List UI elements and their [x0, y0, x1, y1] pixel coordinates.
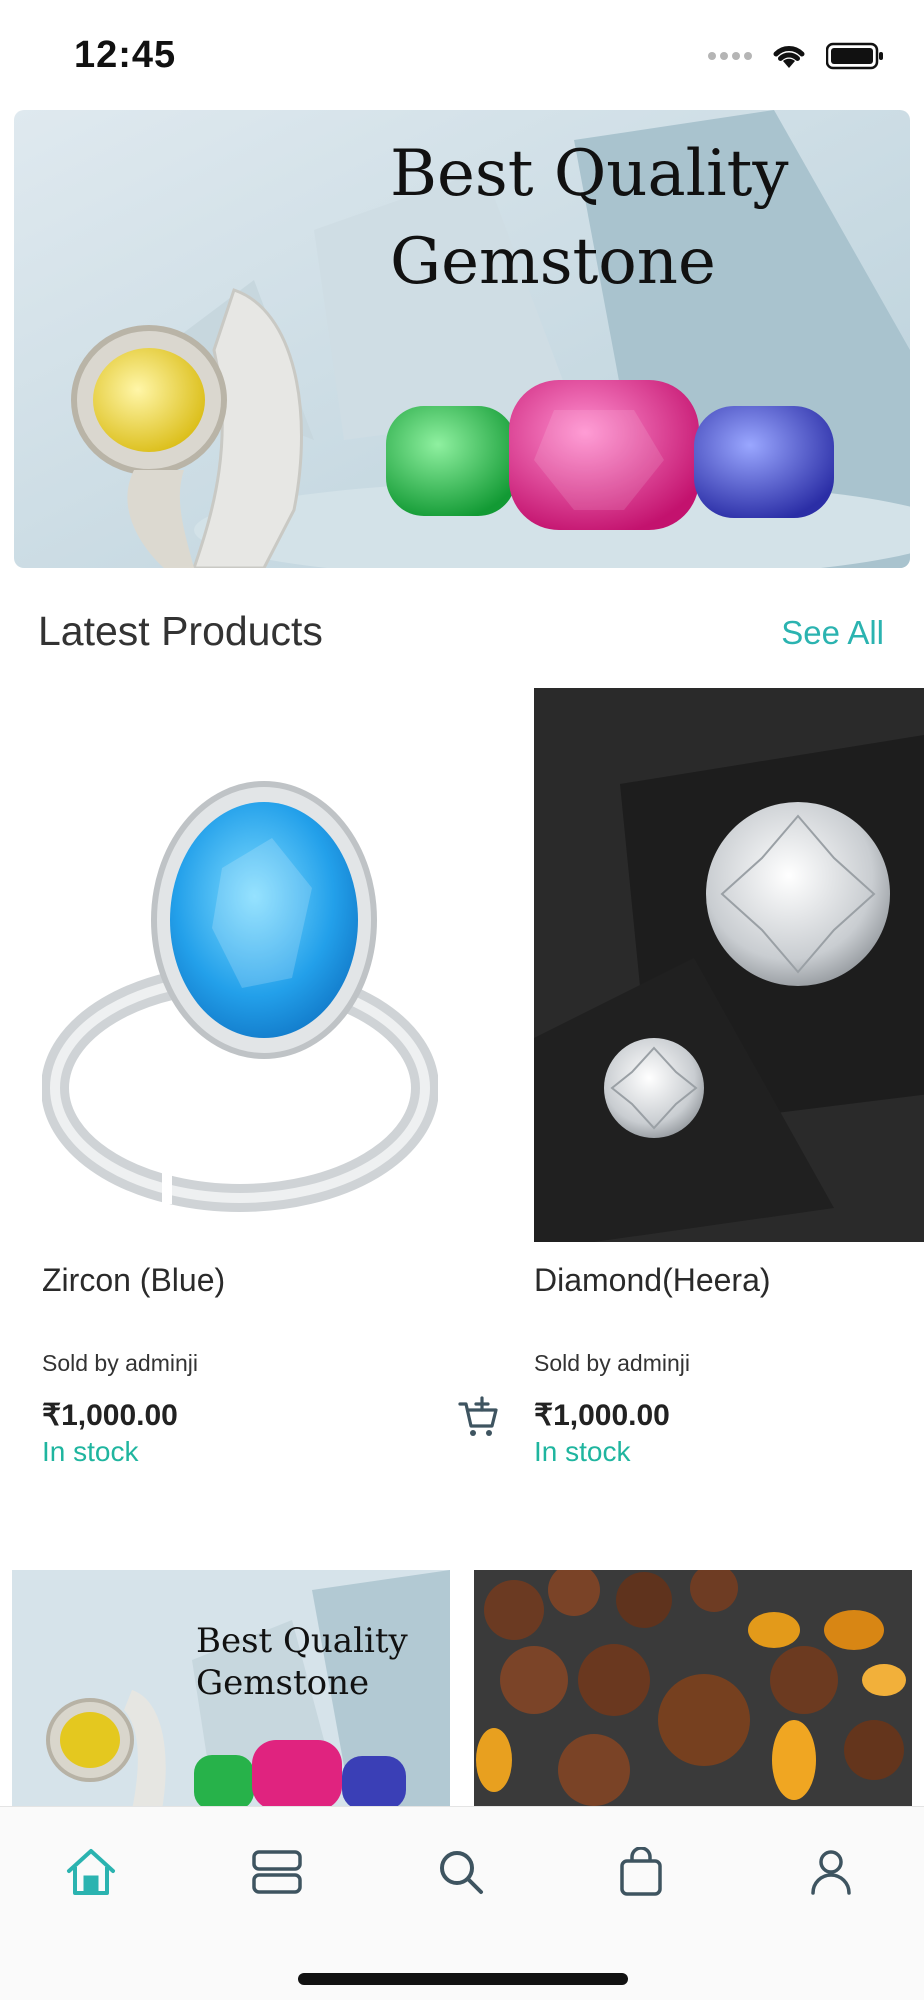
nav-search[interactable] — [426, 1837, 496, 1907]
section-title: Latest Products — [38, 608, 323, 654]
product-image[interactable] — [42, 688, 438, 1242]
status-bar: 12:45 — [0, 0, 924, 108]
banner-title: Best Quality Gemstone — [390, 137, 789, 299]
home-indicator[interactable] — [298, 1973, 628, 1985]
cellular-signal-icon — [708, 52, 752, 60]
ring-illustration — [42, 688, 438, 1242]
product-image[interactable] — [534, 688, 924, 1242]
wifi-icon — [773, 46, 805, 68]
product-price: ₹1,000.00 — [534, 1399, 670, 1432]
add-to-cart-icon[interactable] — [456, 1396, 500, 1440]
catalog-icon — [252, 1850, 302, 1894]
search-icon — [440, 1851, 483, 1894]
nav-catalog[interactable] — [242, 1837, 312, 1907]
battery-icon — [826, 42, 883, 70]
rudraksha-tile-illustration — [474, 1570, 912, 1810]
nav-profile[interactable] — [796, 1837, 866, 1907]
see-all-link[interactable]: See All — [781, 614, 884, 652]
product-name[interactable]: Diamond(Heera) — [534, 1262, 771, 1299]
status-time: 12:45 — [74, 34, 177, 76]
category-tile[interactable]: Best Quality Gemstone — [12, 1570, 450, 1810]
product-seller: Sold by adminji — [42, 1350, 198, 1376]
nav-bag[interactable] — [606, 1837, 676, 1907]
product-price: ₹1,000.00 — [42, 1399, 178, 1432]
promo-banner[interactable]: Best Quality Gemstone — [14, 110, 910, 568]
latest-products-header: Latest Products See All — [0, 590, 924, 670]
diamond-illustration — [534, 688, 924, 1242]
nav-home[interactable] — [56, 1837, 126, 1907]
stock-status: In stock — [42, 1436, 139, 1467]
status-icons — [708, 42, 884, 70]
tile-title: Best Quality Gemstone — [196, 1621, 408, 1703]
category-tile[interactable] — [474, 1570, 912, 1810]
product-seller: Sold by adminji — [534, 1350, 690, 1376]
home-icon — [67, 1849, 115, 1895]
bottom-navigation — [0, 1806, 924, 2000]
bag-icon — [620, 1847, 662, 1896]
product-name[interactable]: Zircon (Blue) — [42, 1262, 225, 1299]
stock-status: In stock — [534, 1436, 631, 1467]
profile-icon — [811, 1850, 851, 1895]
